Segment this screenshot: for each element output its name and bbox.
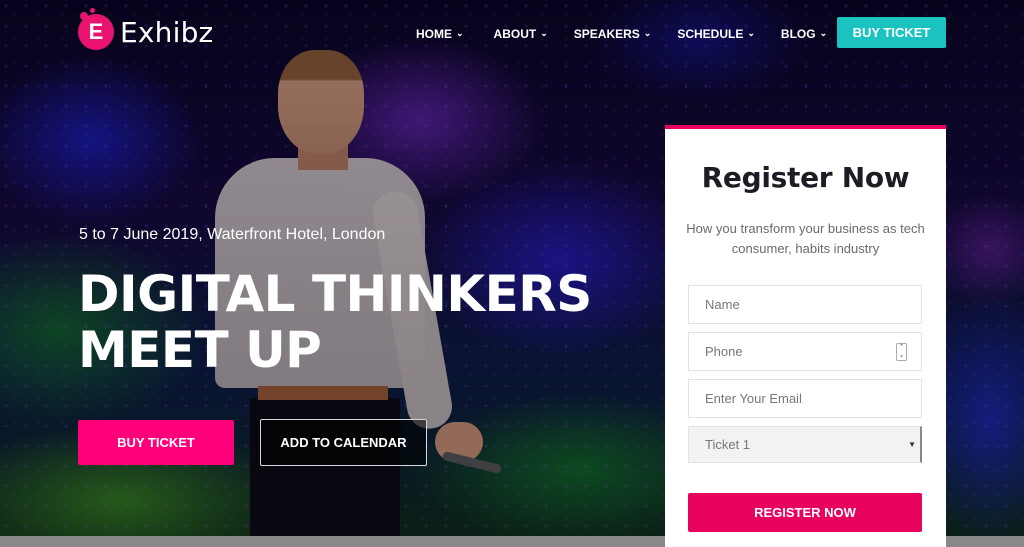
- hero-title: DIGITAL THINKERS MEET UP: [78, 266, 592, 378]
- add-to-calendar-button[interactable]: ADD TO CALENDAR: [260, 419, 427, 466]
- ticket-selected-value: Ticket 1: [705, 437, 751, 452]
- event-date-location: 5 to 7 June 2019, Waterfront Hotel, Lond…: [79, 226, 386, 243]
- phone-input[interactable]: Phone ⌃ ⌄: [688, 332, 922, 371]
- nav-item-blog[interactable]: BLOG ⌄: [781, 27, 827, 41]
- nav-label: HOME: [416, 27, 452, 41]
- register-now-button[interactable]: REGISTER NOW: [688, 493, 922, 532]
- logo-text: Exhibz: [120, 15, 214, 49]
- header-buy-ticket-button[interactable]: BUY TICKET: [837, 17, 946, 48]
- nav-label: ABOUT: [493, 27, 537, 41]
- nav-item-home[interactable]: HOME ⌄: [416, 27, 464, 41]
- register-title: Register Now: [701, 161, 910, 194]
- chevron-down-icon: ⌄: [747, 27, 755, 38]
- main-nav: HOME ⌄ ABOUT ⌄ SPEAKERS ⌄ SCHEDULE ⌄ BLO…: [416, 27, 827, 41]
- nav-item-speakers[interactable]: SPEAKERS ⌄: [574, 27, 652, 41]
- chevron-down-icon: ⌄: [456, 27, 464, 38]
- email-placeholder: Enter Your Email: [705, 391, 802, 406]
- logo[interactable]: E Exhibz: [78, 8, 214, 50]
- nav-item-schedule[interactable]: SCHEDULE ⌄: [677, 27, 755, 41]
- email-input[interactable]: Enter Your Email: [688, 379, 922, 418]
- chevron-down-icon: ⌄: [819, 27, 828, 38]
- nav-label: SPEAKERS: [573, 27, 640, 41]
- nav-label: SCHEDULE: [677, 27, 744, 41]
- register-form-card: Register Now How you transform your busi…: [665, 125, 946, 547]
- register-subtitle: How you transform your business as tech …: [686, 221, 925, 256]
- nav-item-about[interactable]: ABOUT ⌄: [494, 27, 548, 41]
- hero-buy-ticket-button[interactable]: BUY TICKET: [78, 420, 234, 465]
- ticket-select[interactable]: Ticket 1 ▼: [688, 426, 922, 463]
- logo-icon: E: [78, 8, 114, 50]
- hero-title-line-1: DIGITAL THINKERS: [78, 265, 592, 323]
- chevron-down-icon: ⌄: [643, 27, 652, 38]
- number-spinner-icon[interactable]: ⌃ ⌄: [896, 343, 907, 361]
- phone-placeholder: Phone: [705, 344, 743, 359]
- name-input[interactable]: Name: [688, 285, 922, 324]
- name-placeholder: Name: [705, 297, 740, 312]
- chevron-down-icon: ⌄: [540, 27, 548, 38]
- hero-title-line-2: MEET UP: [78, 321, 322, 379]
- caret-down-icon: ▼: [908, 440, 916, 449]
- nav-label: BLOG: [780, 27, 816, 41]
